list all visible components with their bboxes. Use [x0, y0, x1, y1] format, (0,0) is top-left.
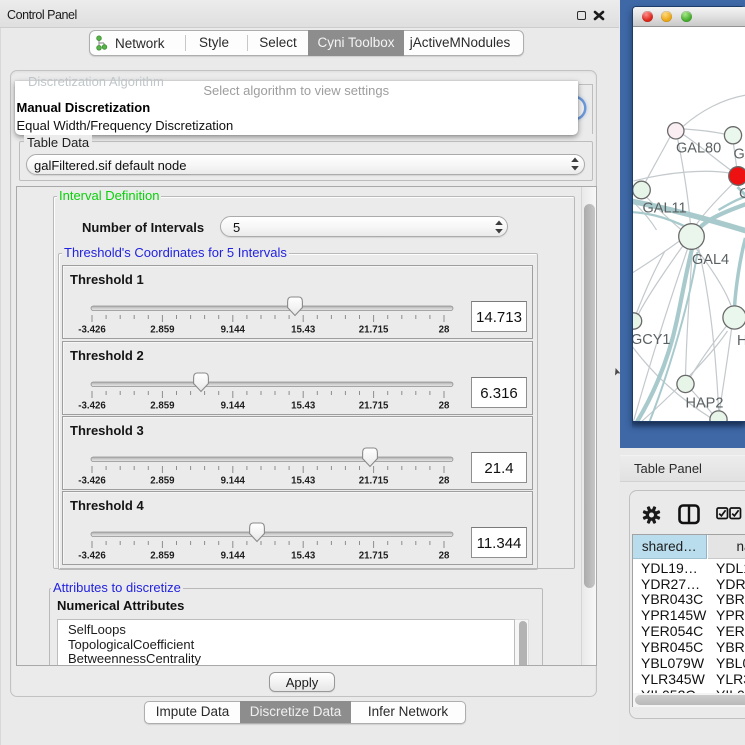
svg-text:-3.426: -3.426 [78, 325, 106, 336]
svg-text:GAL80: GAL80 [676, 141, 721, 157]
svg-text:28: 28 [439, 476, 450, 487]
svg-text:15.43: 15.43 [291, 551, 316, 562]
svg-text:2.859: 2.859 [150, 476, 175, 487]
svg-text:21.715: 21.715 [359, 401, 389, 412]
svg-text:-3.426: -3.426 [78, 476, 106, 487]
svg-text:28: 28 [439, 401, 450, 412]
svg-text:GCY1: GCY1 [633, 332, 671, 348]
svg-text:28: 28 [439, 551, 450, 562]
svg-text:21.715: 21.715 [359, 325, 389, 336]
svg-text:GAL1: GAL1 [733, 147, 745, 163]
svg-text:-3.426: -3.426 [78, 551, 106, 562]
svg-text:9.144: 9.144 [221, 325, 246, 336]
svg-text:9.144: 9.144 [221, 401, 246, 412]
svg-text:21.715: 21.715 [359, 551, 389, 562]
svg-text:9.144: 9.144 [221, 476, 246, 487]
svg-text:15.43: 15.43 [291, 325, 316, 336]
svg-text:21.715: 21.715 [359, 476, 389, 487]
svg-text:9.144: 9.144 [221, 551, 246, 562]
svg-text:CD: CD [739, 186, 745, 202]
svg-text:GAL4: GAL4 [692, 252, 729, 268]
svg-text:2.859: 2.859 [150, 401, 175, 412]
svg-text:-3.426: -3.426 [78, 401, 106, 412]
svg-text:28: 28 [439, 325, 450, 336]
svg-text:GAL11: GAL11 [642, 201, 686, 217]
svg-text:15.43: 15.43 [291, 476, 316, 487]
svg-text:15.43: 15.43 [291, 401, 316, 412]
svg-text:HAP2: HAP2 [685, 396, 723, 412]
svg-text:HA: HA [737, 333, 745, 349]
svg-text:2.859: 2.859 [150, 325, 175, 336]
svg-text:2.859: 2.859 [150, 551, 175, 562]
